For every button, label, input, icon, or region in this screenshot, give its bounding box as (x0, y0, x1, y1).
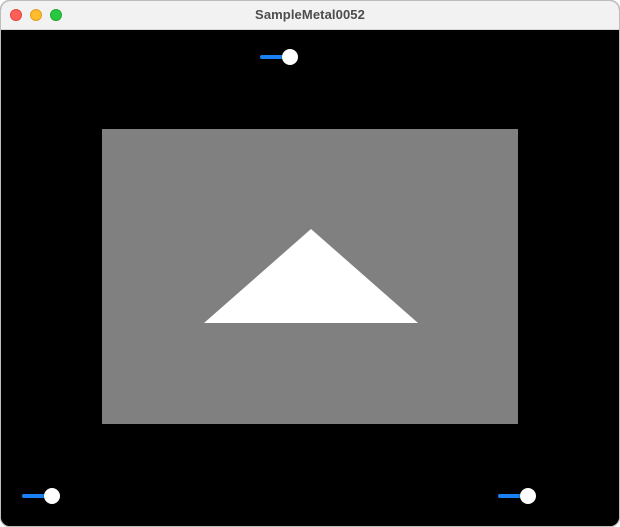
slider-thumb[interactable] (44, 488, 60, 504)
render-canvas (102, 129, 518, 424)
top-slider[interactable] (260, 49, 298, 67)
slider-thumb[interactable] (520, 488, 536, 504)
window-title: SampleMetal0052 (255, 7, 365, 22)
title-bar[interactable]: SampleMetal0052 (1, 1, 619, 30)
render-viewport (102, 129, 518, 424)
bottom-right-slider[interactable] (498, 488, 536, 506)
app-window: SampleMetal0052 (0, 0, 620, 527)
metal-view (1, 30, 619, 526)
bottom-left-slider[interactable] (22, 488, 60, 506)
slider-thumb[interactable] (282, 49, 298, 65)
